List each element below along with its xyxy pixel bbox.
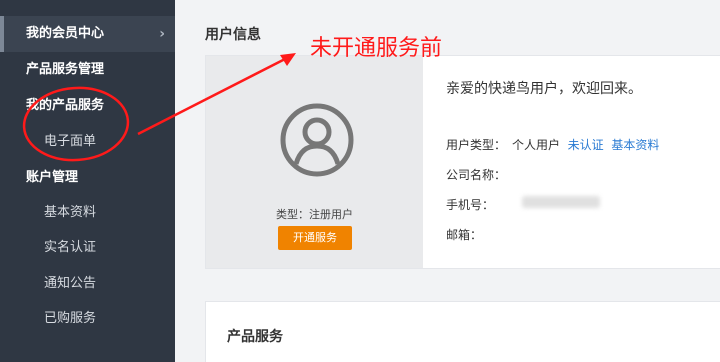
sidebar-item-notices[interactable]: 通知公告 [0, 266, 175, 302]
sidebar-item-label: 产品服务管理 [26, 62, 105, 77]
sidebar-item-basic-info[interactable]: 基本资料 [0, 195, 175, 231]
user-type-value: 个人用户 [512, 138, 561, 152]
sidebar-item-label: 账户管理 [26, 170, 79, 185]
user-type-value-group: 个人用户 未认证 基本资料 [512, 136, 659, 153]
sidebar-item-label: 基本资料 [44, 205, 97, 220]
sidebar-item-label: 通知公告 [44, 276, 97, 291]
sidebar-item-member-center[interactable]: 我的会员中心 › [0, 16, 175, 52]
product-service-card: 产品服务 [205, 301, 720, 362]
user-info-card: 类型：注册用户 开通服务 亲爱的快递鸟用户，欢迎回来。 用户类型： 个人用户 未… [205, 55, 720, 269]
sidebar-item-label: 实名认证 [44, 240, 97, 255]
sidebar-item-label: 已购服务 [44, 311, 97, 326]
open-service-button[interactable]: 开通服务 [278, 226, 352, 250]
annotation-text: 未开通服务前 [310, 36, 443, 61]
sidebar-group-account[interactable]: 账户管理 [0, 160, 175, 196]
section-title: 用户信息 [205, 27, 261, 43]
sidebar-item-purchased[interactable]: 已购服务 [0, 301, 175, 337]
phone-label: 手机号： [446, 198, 495, 212]
user-avatar-icon [280, 103, 354, 177]
welcome-message: 亲爱的快递鸟用户，欢迎回来。 [446, 81, 642, 97]
chevron-right-icon: › [159, 26, 165, 42]
company-row: 公司名称： [446, 166, 506, 183]
sidebar-item-my-products[interactable]: 我的产品服务 [0, 88, 175, 124]
sidebar-item-label: 我的产品服务 [26, 98, 105, 113]
company-label: 公司名称： [446, 168, 507, 182]
sidebar-group-product-service[interactable]: 产品服务管理 [0, 52, 175, 88]
basic-profile-link[interactable]: 基本资料 [611, 138, 659, 152]
phone-row: 手机号： [446, 196, 494, 213]
user-type-row: 用户类型： 个人用户 未认证 基本资料 [446, 136, 659, 153]
user-type-label: 用户类型： [446, 138, 507, 152]
avatar-panel: 类型：注册用户 开通服务 [206, 56, 423, 268]
sidebar: 我的会员中心 › 产品服务管理 我的产品服务 电子面单 账户管理 基本资料 实名… [0, 0, 175, 362]
sidebar-item-label: 我的会员中心 [26, 26, 105, 41]
unverified-link[interactable]: 未认证 [568, 138, 604, 152]
sidebar-item-label: 电子面单 [44, 134, 97, 149]
sidebar-item-e-waybill[interactable]: 电子面单 [0, 124, 175, 160]
sidebar-item-verification[interactable]: 实名认证 [0, 230, 175, 266]
product-service-title: 产品服务 [227, 329, 283, 345]
phone-value-redacted [522, 196, 600, 208]
user-type-badge: 类型：注册用户 [276, 208, 353, 221]
email-label: 邮箱： [446, 228, 483, 242]
email-row: 邮箱： [446, 226, 482, 243]
